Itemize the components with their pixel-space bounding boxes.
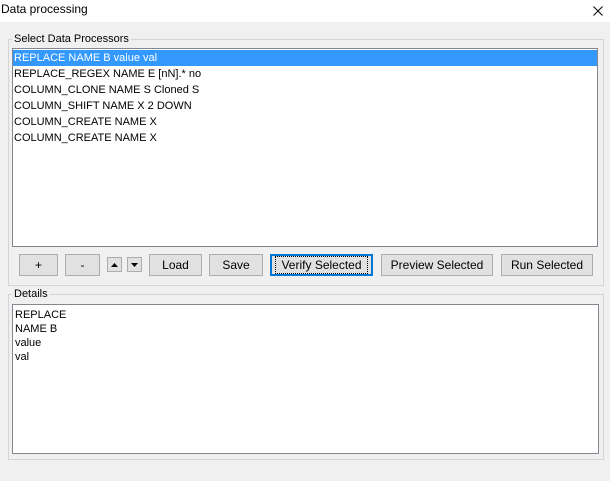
save-button[interactable]: Save [209, 254, 263, 276]
triangle-down-icon [131, 262, 138, 267]
list-item[interactable]: COLUMN_SHIFT NAME X 2 DOWN [13, 98, 597, 114]
save-button-label: Save [222, 258, 250, 272]
details-line: REPLACE [15, 309, 67, 321]
close-icon [593, 6, 603, 16]
list-item[interactable]: COLUMN_CLONE NAME S Cloned S [13, 82, 597, 98]
list-item[interactable]: REPLACE NAME B value val [13, 50, 597, 66]
run-selected-button[interactable]: Run Selected [501, 254, 593, 276]
processors-group-label: Select Data Processors [12, 32, 131, 46]
remove-button[interactable]: - [65, 254, 100, 276]
details-line: value [15, 337, 42, 349]
processors-list[interactable]: REPLACE NAME B value val REPLACE_REGEX N… [12, 48, 598, 247]
move-up-button[interactable] [107, 257, 122, 272]
run-selected-button-label: Run Selected [510, 258, 584, 272]
move-down-button[interactable] [127, 257, 142, 272]
load-button-label: Load [162, 258, 189, 272]
title-bar: Data processing [0, 0, 610, 22]
details-line: val [15, 351, 30, 363]
details-textbox[interactable]: REPLACE NAME B value val [12, 304, 599, 454]
remove-button-label: - [80, 258, 85, 272]
add-button-label: + [34, 258, 42, 272]
triangle-up-icon [111, 262, 118, 267]
close-button[interactable] [586, 0, 610, 22]
list-item[interactable]: COLUMN_CREATE NAME X [13, 130, 597, 146]
details-line: NAME B [15, 323, 58, 335]
preview-selected-button[interactable]: Preview Selected [381, 254, 493, 276]
load-button[interactable]: Load [149, 254, 202, 276]
preview-selected-button-label: Preview Selected [390, 258, 484, 272]
details-group-label: Details [12, 287, 50, 301]
verify-selected-button[interactable]: Verify Selected [270, 254, 373, 276]
verify-selected-button-label: Verify Selected [275, 256, 368, 274]
add-button[interactable]: + [19, 254, 58, 276]
window-title: Data processing [1, 2, 88, 16]
list-item[interactable]: REPLACE_REGEX NAME E [nN].* no [13, 66, 597, 82]
list-item[interactable]: COLUMN_CREATE NAME X [13, 114, 597, 130]
